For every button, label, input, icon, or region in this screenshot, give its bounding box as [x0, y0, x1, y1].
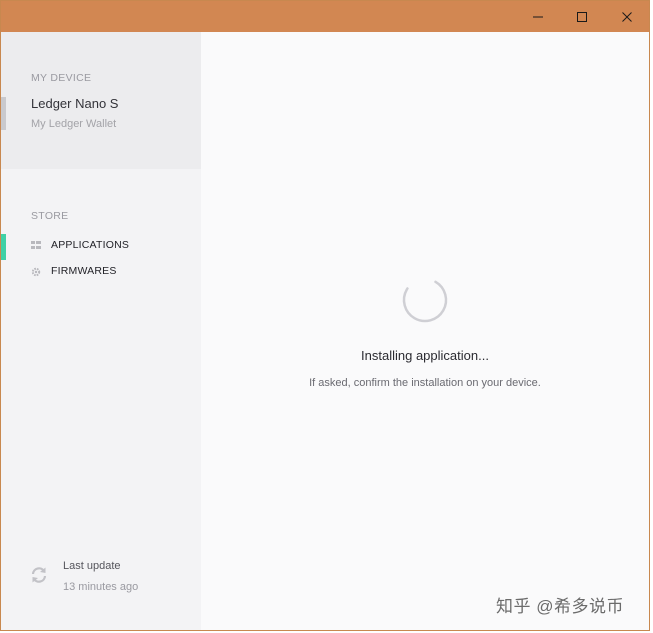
minimize-icon: [533, 16, 543, 17]
device-subtitle: My Ledger Wallet: [31, 118, 117, 130]
main-panel: Installing application... If asked, conf…: [201, 32, 649, 630]
last-update-label: Last update: [63, 560, 121, 572]
title-bar[interactable]: [1, 1, 649, 32]
status-title: Installing application...: [361, 348, 489, 363]
active-indicator: [1, 234, 6, 260]
gear-icon: [31, 267, 41, 277]
sidebar-item-firmwares[interactable]: FIRMWARES: [1, 261, 201, 283]
sidebar-item-label: APPLICATIONS: [51, 239, 130, 251]
close-button[interactable]: [604, 1, 649, 32]
loading-spinner-icon: [402, 277, 448, 323]
sidebar-item-label: FIRMWARES: [51, 265, 117, 277]
device-card[interactable]: MY DEVICE Ledger Nano S My Ledger Wallet: [1, 32, 201, 169]
minimize-button[interactable]: [515, 1, 561, 32]
maximize-button[interactable]: [559, 1, 605, 32]
maximize-icon: [577, 11, 587, 22]
last-update-time: 13 minutes ago: [63, 581, 139, 593]
refresh-icon[interactable]: [29, 565, 49, 585]
store-section-label: STORE: [31, 210, 69, 222]
my-device-section-label: MY DEVICE: [31, 72, 92, 84]
device-indicator: [1, 97, 6, 130]
status-message: If asked, confirm the installation on yo…: [309, 377, 541, 389]
sidebar-item-applications[interactable]: APPLICATIONS: [1, 234, 201, 260]
close-icon: [622, 11, 632, 22]
device-name: Ledger Nano S: [31, 96, 119, 111]
app-window: MY DEVICE Ledger Nano S My Ledger Wallet…: [0, 0, 650, 631]
watermark: 知乎 @希多说币: [496, 597, 624, 616]
grid-icon: [31, 241, 41, 249]
sidebar: MY DEVICE Ledger Nano S My Ledger Wallet…: [1, 32, 201, 630]
